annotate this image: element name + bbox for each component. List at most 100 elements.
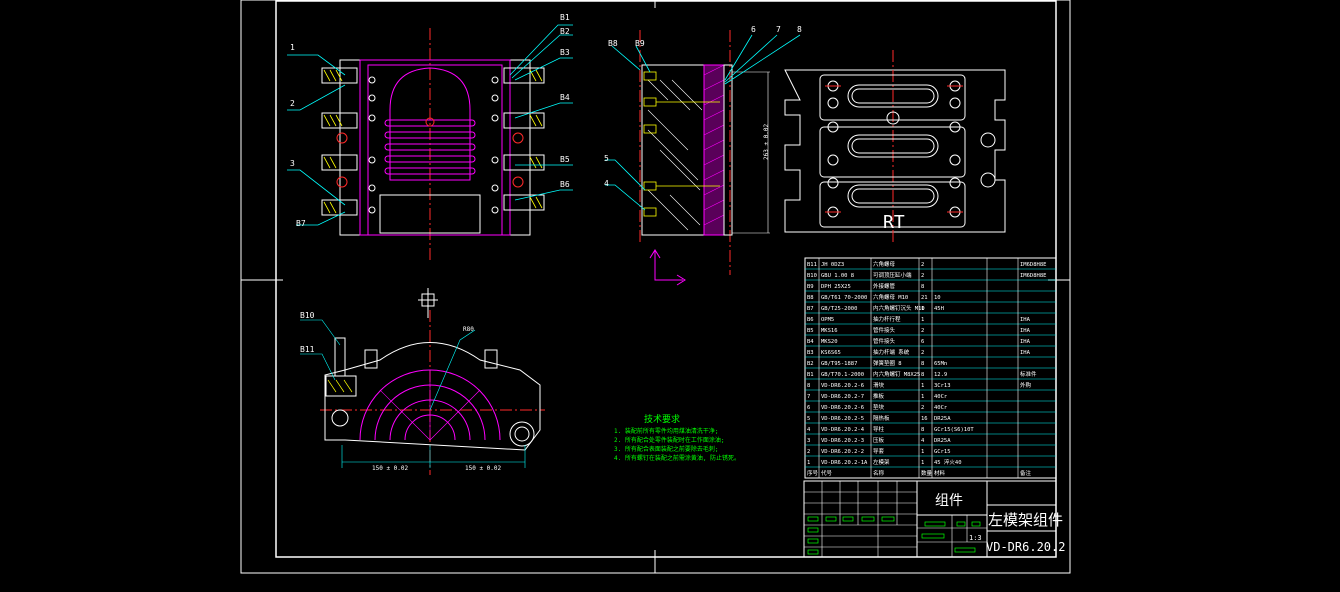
bom-cell: 导柱	[873, 425, 885, 433]
bom-cell: 垫块	[873, 403, 885, 411]
arc-label: R80	[463, 326, 474, 333]
bom-header-cell: 材料	[934, 469, 946, 477]
bom-cell: KS6S65	[821, 350, 841, 356]
bom-cell: IM6D8H8E	[1020, 262, 1047, 268]
bom-cell: 2	[921, 405, 924, 411]
bom-cell: IHA	[1020, 328, 1031, 334]
bom-cell: 外接螺管	[873, 282, 896, 290]
bom-cell: B5	[807, 328, 814, 334]
bom-cell: B2	[807, 361, 814, 367]
bom-cell: DR25A	[934, 438, 951, 444]
bom-cell: 左模架	[873, 458, 890, 466]
bom-cell: 1	[921, 383, 924, 389]
label-b2: B2	[560, 27, 570, 36]
bom-cell: 管件接头	[873, 337, 896, 345]
bom-cell: IHA	[1020, 317, 1031, 323]
bom-cell: 1	[807, 460, 810, 466]
bom-cell: 抽力杆行程	[873, 315, 901, 323]
title-scale: 1:3	[969, 534, 982, 542]
bom-cell: B7	[807, 306, 814, 312]
technical-requirements: 技术要求 1. 装配前所有零件均用煤油清洗干净; 2. 所有配合处零件装配时在工…	[614, 413, 740, 462]
bom-cell: 2	[921, 262, 924, 268]
section-view: 263 ± 0.02	[639, 30, 770, 286]
bom-header-cell: 数量	[921, 469, 933, 477]
note-line: 4. 所有螺钉在装配之前需涂黄油, 防止锈死。	[614, 454, 740, 462]
bom-cell: 45 淬火40	[934, 458, 962, 466]
bom-cell: 外购	[1020, 381, 1032, 389]
bom-cell: 8	[921, 361, 924, 367]
title-block: 组件 左模架组件 1:3 VD-DR6.20.2	[803, 480, 1065, 558]
bom-cell: IHA	[1020, 350, 1031, 356]
bom-cell: VD-DR6.20.2-4	[821, 427, 865, 433]
label-b3: B3	[560, 48, 570, 57]
bom-cell: 1	[921, 449, 924, 455]
label-b8: B8	[608, 39, 618, 48]
bom-cell: DPH 25X25	[821, 284, 851, 290]
section-labels: B8 B9 6 7 8 5 4	[604, 25, 802, 188]
bom-cell: VD-DR6.20.2-1A	[821, 460, 868, 466]
bom-cell: B11	[807, 262, 817, 268]
bom-cell: 内六角螺钉沉头 M10	[873, 304, 925, 312]
bom-cell: 弹簧垫圈 8	[873, 359, 902, 367]
bom-cell: 推板	[873, 392, 885, 400]
title-group: 组件	[935, 493, 963, 509]
bom-cell: 六角螺母	[873, 260, 896, 268]
side-view	[320, 288, 545, 475]
label-8: 8	[797, 25, 802, 34]
note-line: 2. 所有配合处零件装配时在工作面涂油;	[614, 436, 724, 444]
label-b1: B1	[560, 13, 570, 22]
bom-cell: B6	[807, 317, 814, 323]
bom-cell: JH 0DZ3	[821, 262, 844, 268]
bom-cell: 5	[807, 416, 810, 422]
bom-cell: 8	[921, 372, 924, 378]
bom-cell: 4	[921, 438, 925, 444]
bom-cell: VD-DR6.20.2-5	[821, 416, 864, 422]
bom-cell: 21	[921, 295, 928, 301]
bom-cell: B1	[807, 372, 814, 378]
label-4: 4	[604, 179, 609, 188]
bom-cell: 压板	[873, 436, 885, 444]
bom-cell: VD-DR6.20.2-3	[821, 438, 864, 444]
bom-cell: GCr15(S6)10T	[934, 427, 974, 433]
bom-cell: 45H	[934, 306, 944, 312]
label-b10: B10	[300, 311, 315, 320]
dim-right: 150 ± 0.02	[465, 465, 502, 472]
bom-cell: MKS20	[821, 339, 838, 345]
bom-cell: 抽力杆端 系统	[873, 348, 910, 356]
bom-cell: IM6D8H8E	[1020, 273, 1047, 279]
bom-cell: 3Cr13	[934, 383, 951, 389]
bom-cell: 10	[934, 295, 941, 301]
bom-cell: 导套	[873, 447, 885, 455]
bom-cell: 内六角螺钉 M8X25	[873, 370, 920, 378]
label-b7: B7	[296, 219, 306, 228]
sheet-border	[240, 0, 1071, 574]
bom-cell: VD-DR6.20.2-2	[821, 449, 864, 455]
bom-cell: 标准件	[1020, 370, 1037, 378]
bom-cell: 2	[921, 350, 924, 356]
bom-cell: GCr15	[934, 449, 951, 455]
bom-cell: 65Mn	[934, 361, 947, 367]
bom-cell: 2	[921, 273, 924, 279]
bom-cell: 2	[921, 328, 924, 334]
bom-cell: B8	[807, 295, 814, 301]
notes-title: 技术要求	[644, 413, 680, 425]
label-5: 5	[604, 154, 609, 163]
note-line: 1. 装配前所有零件均用煤油清洗干净;	[614, 427, 718, 435]
label-b11: B11	[300, 345, 315, 354]
bom-cell: 1	[921, 394, 924, 400]
bom-cell: GBU 1.00 8	[821, 273, 854, 279]
bom-cell: 2	[807, 449, 810, 455]
label-2: 2	[290, 99, 295, 108]
bom-cell: 40Cr	[934, 394, 948, 400]
section-leaders	[605, 34, 801, 211]
bom-cell: 8	[921, 284, 924, 290]
bom-cell: 1	[921, 317, 924, 323]
bom-cell: 8	[921, 427, 924, 433]
bom-cell: 1	[921, 306, 924, 312]
bom-cell: 六角螺母 M10	[873, 293, 908, 301]
label-7: 7	[776, 25, 781, 34]
bom-cell: GB/T25-2000	[821, 306, 857, 312]
rt-label: RT	[883, 212, 905, 233]
front-view	[321, 28, 545, 260]
label-b6: B6	[560, 180, 570, 189]
